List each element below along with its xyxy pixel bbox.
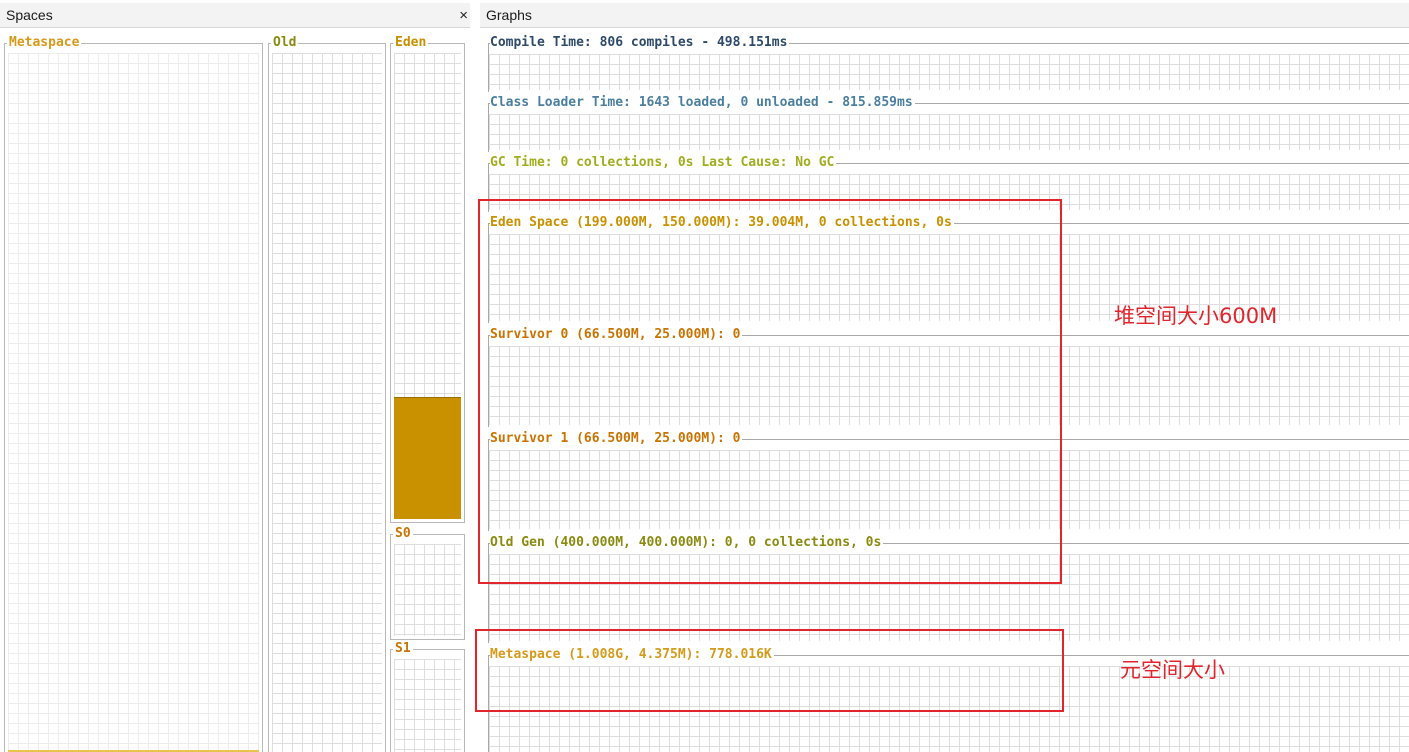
- s1-space-grid: [394, 659, 461, 752]
- metaspace-space-label: Metaspace: [7, 35, 82, 51]
- old-space-grid: [272, 53, 382, 752]
- gc-time-label: GC Time: 0 collections, 0s Last Cause: N…: [490, 155, 837, 171]
- eden-space-grid: [394, 53, 461, 519]
- metaspace-annotation-box: [475, 629, 1064, 712]
- eden-space-label: Eden: [393, 35, 429, 51]
- eden-space: Eden: [390, 35, 465, 523]
- old-space: Old: [268, 35, 386, 752]
- class-loader-time-graph: [489, 114, 1409, 150]
- graphs-panel-header: Graphs: [480, 3, 1409, 28]
- metaspace-size-annotation: 元空间大小: [1120, 658, 1225, 682]
- compile-time-graph: [489, 54, 1409, 90]
- s0-space: S0: [390, 526, 465, 640]
- s0-space-label: S0: [393, 526, 413, 542]
- spaces-panel-header: Spaces ×: [0, 3, 474, 28]
- eden-fill-bar: [394, 396, 461, 519]
- s1-space: S1: [390, 641, 465, 752]
- heap-size-annotation: 堆空间大小600M: [1114, 304, 1278, 328]
- old-space-label: Old: [271, 35, 299, 51]
- close-icon[interactable]: ×: [459, 3, 468, 28]
- s0-space-grid: [394, 544, 461, 636]
- heap-annotation-box: [478, 199, 1062, 584]
- metaspace-space-grid: [8, 53, 259, 752]
- spaces-panel-title: Spaces: [6, 7, 53, 23]
- graphs-panel-title: Graphs: [486, 7, 532, 23]
- metaspace-space: Metaspace: [4, 35, 263, 752]
- compile-time-label: Compile Time: 806 compiles - 498.151ms: [490, 35, 790, 51]
- class-loader-time-label: Class Loader Time: 1643 loaded, 0 unload…: [490, 95, 915, 111]
- s1-space-label: S1: [393, 641, 413, 657]
